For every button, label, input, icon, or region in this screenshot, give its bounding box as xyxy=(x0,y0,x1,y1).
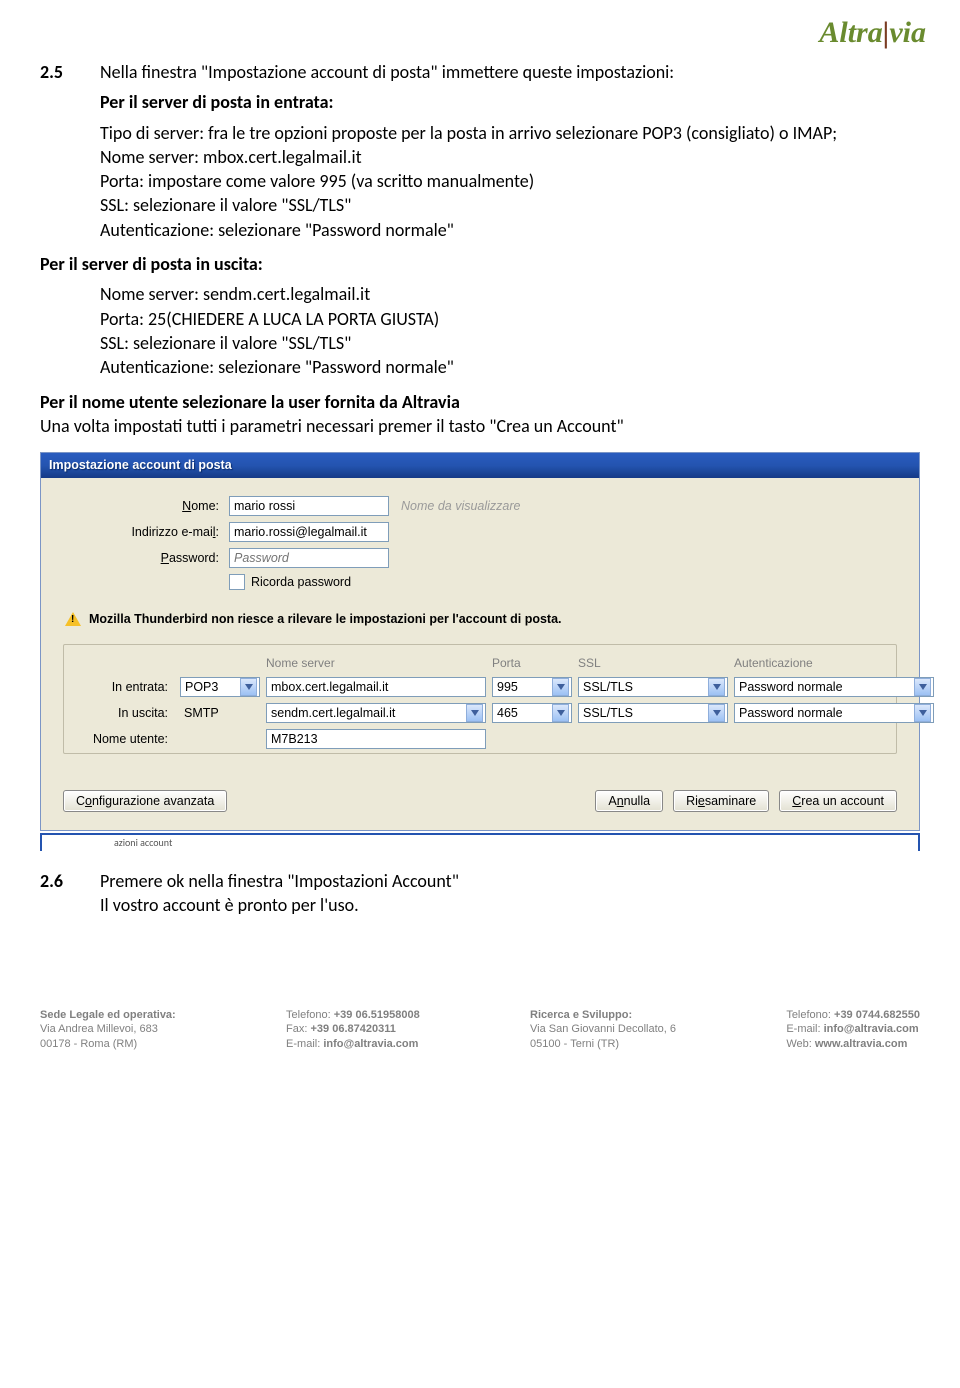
chevron-down-icon xyxy=(914,678,931,696)
document-body: 2.5 Nella finestra "Impostazione account… xyxy=(40,60,920,1052)
remember-checkbox[interactable] xyxy=(229,574,245,590)
server-settings-group: Nome server Porta SSL Autenticazione In … xyxy=(63,644,897,754)
outgoing-ssl-select[interactable]: SSL/TLS xyxy=(578,703,728,723)
text-line: Il vostro account è pronto per l'uso. xyxy=(100,893,459,917)
cancel-button[interactable]: Annulla xyxy=(595,790,663,812)
text-line: Autenticazione: selezionare "Password no… xyxy=(100,218,920,242)
outgoing-server-select[interactable]: sendm.cert.legalmail.it xyxy=(266,703,486,723)
chevron-down-icon xyxy=(708,704,725,722)
email-input[interactable] xyxy=(229,522,389,542)
incoming-protocol-select[interactable]: POP3 xyxy=(180,677,260,697)
chevron-down-icon xyxy=(466,704,483,722)
incoming-server-input[interactable] xyxy=(266,677,486,697)
section-number: 2.6 xyxy=(40,869,74,918)
name-input[interactable] xyxy=(229,496,389,516)
incoming-ssl-select[interactable]: SSL/TLS xyxy=(578,677,728,697)
outgoing-heading: Per il server di posta in uscita: xyxy=(40,252,920,276)
outgoing-protocol-label: SMTP xyxy=(180,705,260,722)
dialog-titlebar: Impostazione account di posta xyxy=(41,453,919,478)
col-header-port: Porta xyxy=(492,655,572,671)
advanced-config-button[interactable]: Configurazione avanzata xyxy=(63,790,227,812)
chevron-down-icon xyxy=(552,704,569,722)
col-header-server: Nome server xyxy=(266,655,486,671)
section-number: 2.5 xyxy=(40,60,74,84)
retest-button[interactable]: Riesaminare xyxy=(673,790,769,812)
incoming-row-label: In entrata: xyxy=(74,679,174,696)
page-footer: Sede Legale ed operativa: Via Andrea Mil… xyxy=(40,1008,920,1053)
chevron-down-icon xyxy=(552,678,569,696)
text-line: Autenticazione: selezionare "Password no… xyxy=(100,355,920,379)
outgoing-port-select[interactable]: 465 xyxy=(492,703,572,723)
text-line: Una volta impostati tutti i parametri ne… xyxy=(40,414,920,438)
create-account-button[interactable]: Crea un account xyxy=(779,790,897,812)
outgoing-row-label: In uscita: xyxy=(74,705,174,722)
password-label: Password: xyxy=(111,550,229,567)
name-label: Nome: xyxy=(111,498,229,515)
chevron-down-icon xyxy=(240,678,257,696)
text-line: Tipo di server: fra le tre opzioni propo… xyxy=(100,121,920,145)
username-row-label: Nome utente: xyxy=(74,731,174,748)
text-line: Nome server: mbox.cert.legalmail.it xyxy=(100,145,920,169)
text-line: Nome server: sendm.cert.legalmail.it xyxy=(100,282,920,306)
text-line: Premere ok nella finestra "Impostazioni … xyxy=(100,869,459,893)
email-label: Indirizzo e-mail: xyxy=(111,524,229,541)
incoming-port-select[interactable]: 995 xyxy=(492,677,572,697)
account-dialog: Impostazione account di posta Nome: Nome… xyxy=(40,452,920,831)
incoming-auth-select[interactable]: Password normale xyxy=(734,677,934,697)
chevron-down-icon xyxy=(708,678,725,696)
remember-label: Ricorda password xyxy=(251,574,351,591)
incoming-heading: Per il server di posta in entrata: xyxy=(100,90,920,114)
text-line: SSL: selezionare il valore "SSL/TLS" xyxy=(100,331,920,355)
text-line: Porta: impostare come valore 995 (va scr… xyxy=(100,169,920,193)
section-title: Nella finestra "Impostazione account di … xyxy=(100,60,674,84)
brand-logo: Altra|via xyxy=(40,16,926,50)
text-line: SSL: selezionare il valore "SSL/TLS" xyxy=(100,193,920,217)
chevron-down-icon xyxy=(914,704,931,722)
warning-text: Mozilla Thunderbird non riesce a rilevar… xyxy=(89,611,562,628)
password-input[interactable] xyxy=(229,548,389,568)
username-heading: Per il nome utente selezionare la user f… xyxy=(40,390,920,414)
username-input[interactable] xyxy=(266,729,486,749)
col-header-ssl: SSL xyxy=(578,655,728,671)
cropped-strip: azioni account xyxy=(40,833,920,851)
warning-icon xyxy=(65,612,81,626)
name-hint: Nome da visualizzare xyxy=(401,498,521,515)
text-line: Porta: 25(CHIEDERE A LUCA LA PORTA GIUST… xyxy=(100,307,920,331)
outgoing-auth-select[interactable]: Password normale xyxy=(734,703,934,723)
col-header-auth: Autenticazione xyxy=(734,655,934,671)
